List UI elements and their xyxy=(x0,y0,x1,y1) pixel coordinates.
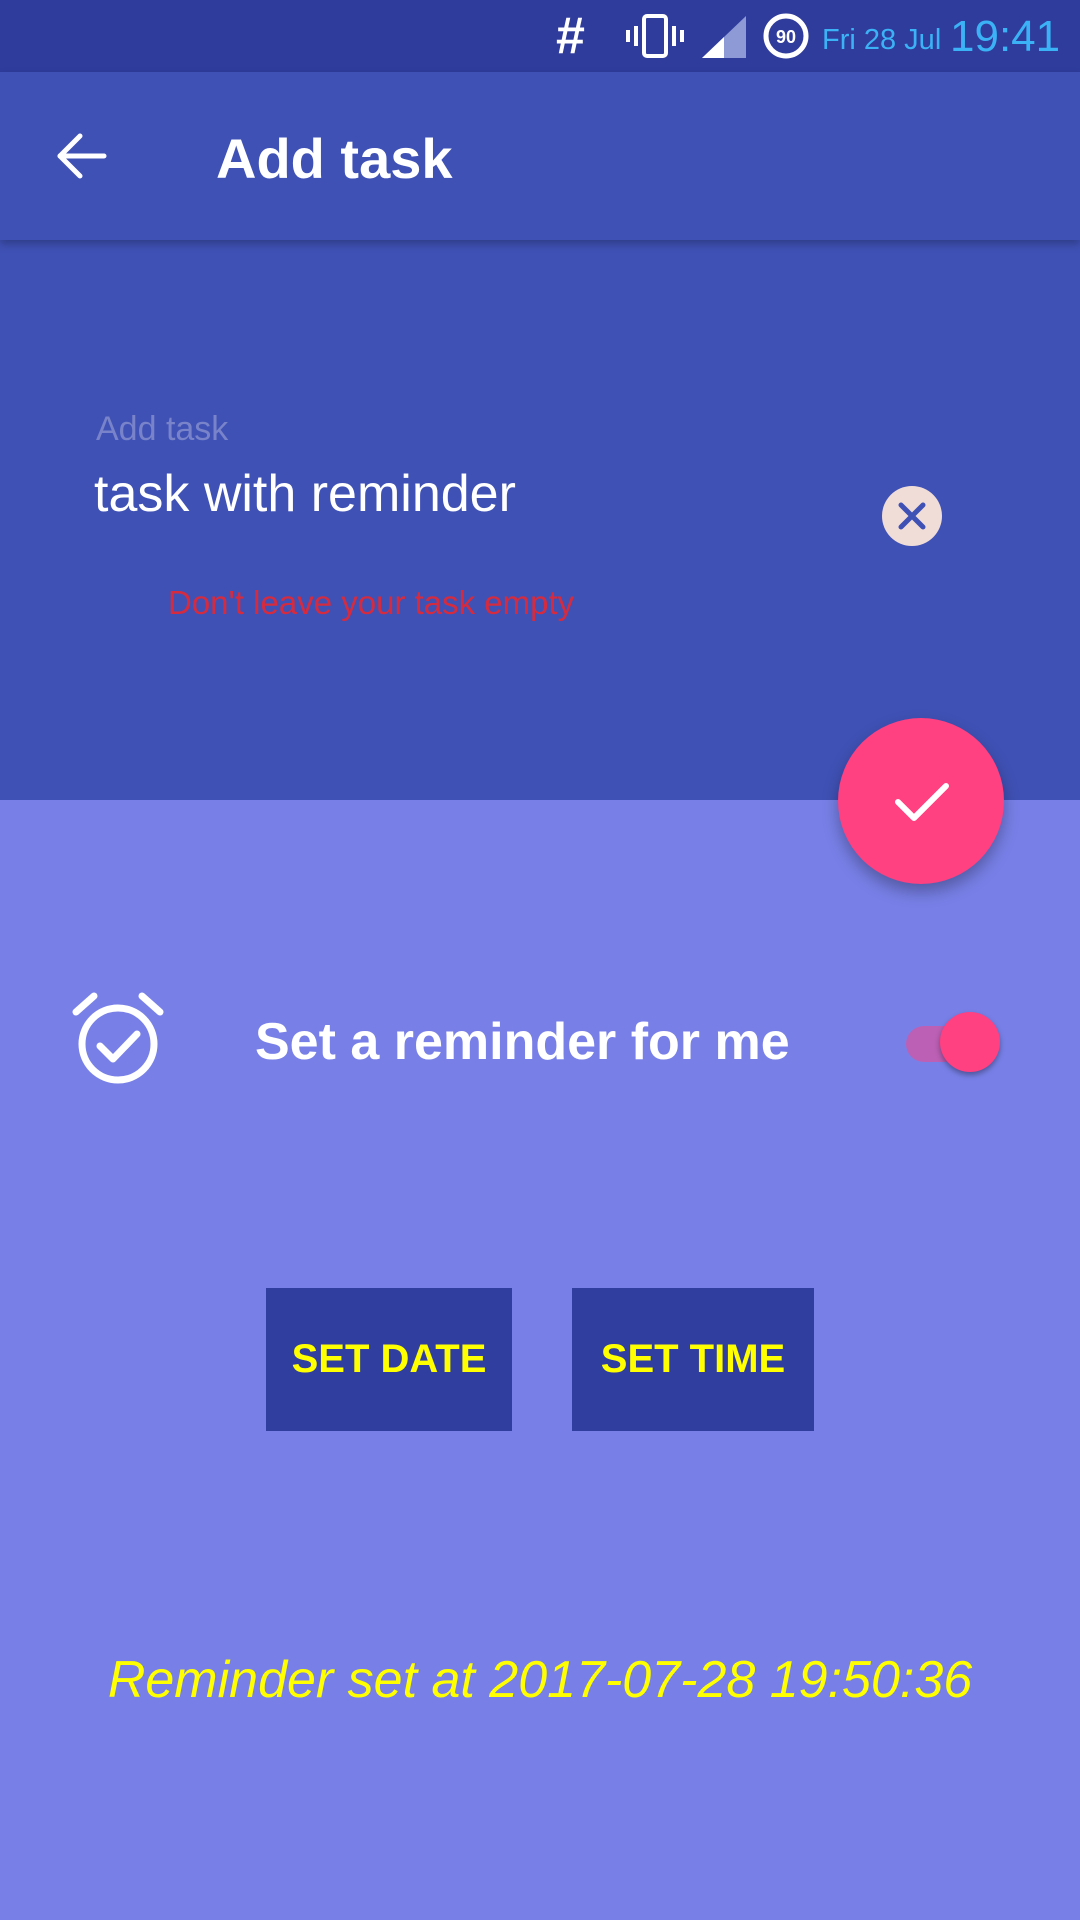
save-task-button[interactable] xyxy=(838,718,1004,884)
close-icon xyxy=(898,502,926,530)
arrow-back-icon xyxy=(57,133,107,179)
vibrate-icon xyxy=(626,14,684,58)
error-message: Don't leave your task empty xyxy=(168,584,575,621)
task-field-label: Add task xyxy=(96,410,229,448)
signal-icon xyxy=(702,16,746,58)
toggle-thumb xyxy=(940,1012,1000,1072)
set-time-button[interactable]: SET TIME xyxy=(572,1288,814,1431)
reminder-toggle[interactable] xyxy=(904,1010,1004,1072)
app-bar: Add task xyxy=(0,72,1080,240)
status-bar: # 90 Fri 28 Jul 19:41 xyxy=(0,0,1080,72)
status-time: 19:41 xyxy=(950,12,1061,61)
set-date-button[interactable]: SET DATE xyxy=(266,1288,512,1431)
task-input[interactable] xyxy=(94,462,854,526)
status-date: Fri 28 Jul xyxy=(822,24,942,56)
clear-input-button[interactable] xyxy=(882,486,942,546)
check-icon xyxy=(895,783,949,821)
task-input-panel: Add task Don't leave your task empty xyxy=(0,240,1080,800)
reminder-status-text: Reminder set at 2017-07-28 19:50:36 xyxy=(107,1651,973,1709)
battery-level: 90 xyxy=(776,27,796,47)
battery-saver-icon: 90 xyxy=(763,13,809,59)
alarm-check-icon xyxy=(72,992,164,1084)
back-button[interactable] xyxy=(52,126,112,186)
page-title: Add task xyxy=(216,127,453,190)
network-hash-icon: # xyxy=(556,7,585,65)
reminder-label: Set a reminder for me xyxy=(255,1013,790,1071)
